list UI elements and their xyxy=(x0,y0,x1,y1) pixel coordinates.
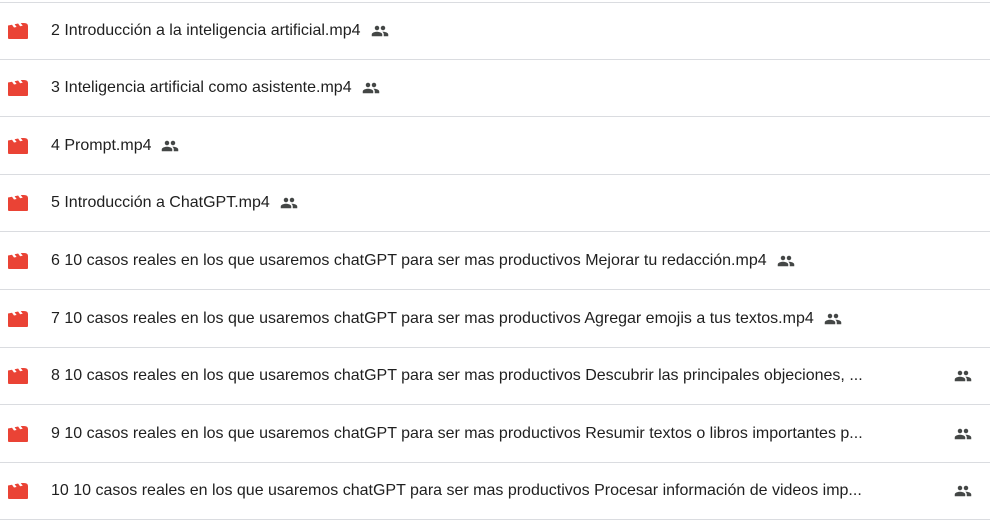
file-row[interactable]: 10 10 casos reales en los que usaremos c… xyxy=(0,463,990,520)
file-row[interactable]: 4 Prompt.mp4 xyxy=(0,118,990,175)
video-file-icon xyxy=(8,138,28,154)
people-icon xyxy=(362,82,379,94)
file-name-text: 8 10 casos reales en los que usaremos ch… xyxy=(51,367,863,384)
file-name[interactable]: 4 Prompt.mp4 xyxy=(51,137,179,155)
file-name-text: 10 10 casos reales en los que usaremos c… xyxy=(51,482,862,499)
file-name-text: 7 10 casos reales en los que usaremos ch… xyxy=(51,310,814,327)
file-name-text: 6 10 casos reales en los que usaremos ch… xyxy=(51,252,767,269)
file-name-text: 9 10 casos reales en los que usaremos ch… xyxy=(51,425,863,442)
people-icon xyxy=(954,428,972,440)
file-row[interactable]: 3 Inteligencia artificial como asistente… xyxy=(0,60,990,117)
file-name[interactable]: 10 10 casos reales en los que usaremos c… xyxy=(51,482,972,500)
file-name[interactable]: 2 Introducción a la inteligencia artific… xyxy=(51,22,389,40)
file-row[interactable]: 5 Introducción a ChatGPT.mp4 xyxy=(0,175,990,232)
file-row[interactable]: 9 10 casos reales en los que usaremos ch… xyxy=(0,406,990,463)
video-file-icon xyxy=(8,368,28,384)
video-file-icon xyxy=(8,426,28,442)
people-icon xyxy=(954,485,972,497)
file-name-text: 4 Prompt.mp4 xyxy=(51,137,152,154)
video-file-icon xyxy=(8,23,28,39)
video-file-icon xyxy=(8,311,28,327)
file-name-text: 3 Inteligencia artificial como asistente… xyxy=(51,79,352,96)
file-name-text: 5 Introducción a ChatGPT.mp4 xyxy=(51,194,270,211)
file-name-text: 2 Introducción a la inteligencia artific… xyxy=(51,22,361,39)
file-name[interactable]: 9 10 casos reales en los que usaremos ch… xyxy=(51,425,972,443)
file-name[interactable]: 3 Inteligencia artificial como asistente… xyxy=(51,79,380,97)
video-file-icon xyxy=(8,483,28,499)
video-file-icon xyxy=(8,195,28,211)
file-row[interactable]: 7 10 casos reales en los que usaremos ch… xyxy=(0,291,990,348)
people-icon xyxy=(371,25,388,37)
people-icon xyxy=(162,140,179,152)
people-icon xyxy=(777,255,794,267)
file-row[interactable]: 6 10 casos reales en los que usaremos ch… xyxy=(0,233,990,290)
file-name[interactable]: 7 10 casos reales en los que usaremos ch… xyxy=(51,310,842,328)
file-row[interactable]: 2 Introducción a la inteligencia artific… xyxy=(0,3,990,60)
file-row[interactable]: 8 10 casos reales en los que usaremos ch… xyxy=(0,348,990,405)
video-file-icon xyxy=(8,253,28,269)
file-name[interactable]: 5 Introducción a ChatGPT.mp4 xyxy=(51,194,298,212)
file-name[interactable]: 8 10 casos reales en los que usaremos ch… xyxy=(51,367,972,385)
file-name[interactable]: 6 10 casos reales en los que usaremos ch… xyxy=(51,252,795,270)
people-icon xyxy=(954,370,972,382)
video-file-icon xyxy=(8,80,28,96)
people-icon xyxy=(824,313,841,325)
people-icon xyxy=(280,197,298,209)
